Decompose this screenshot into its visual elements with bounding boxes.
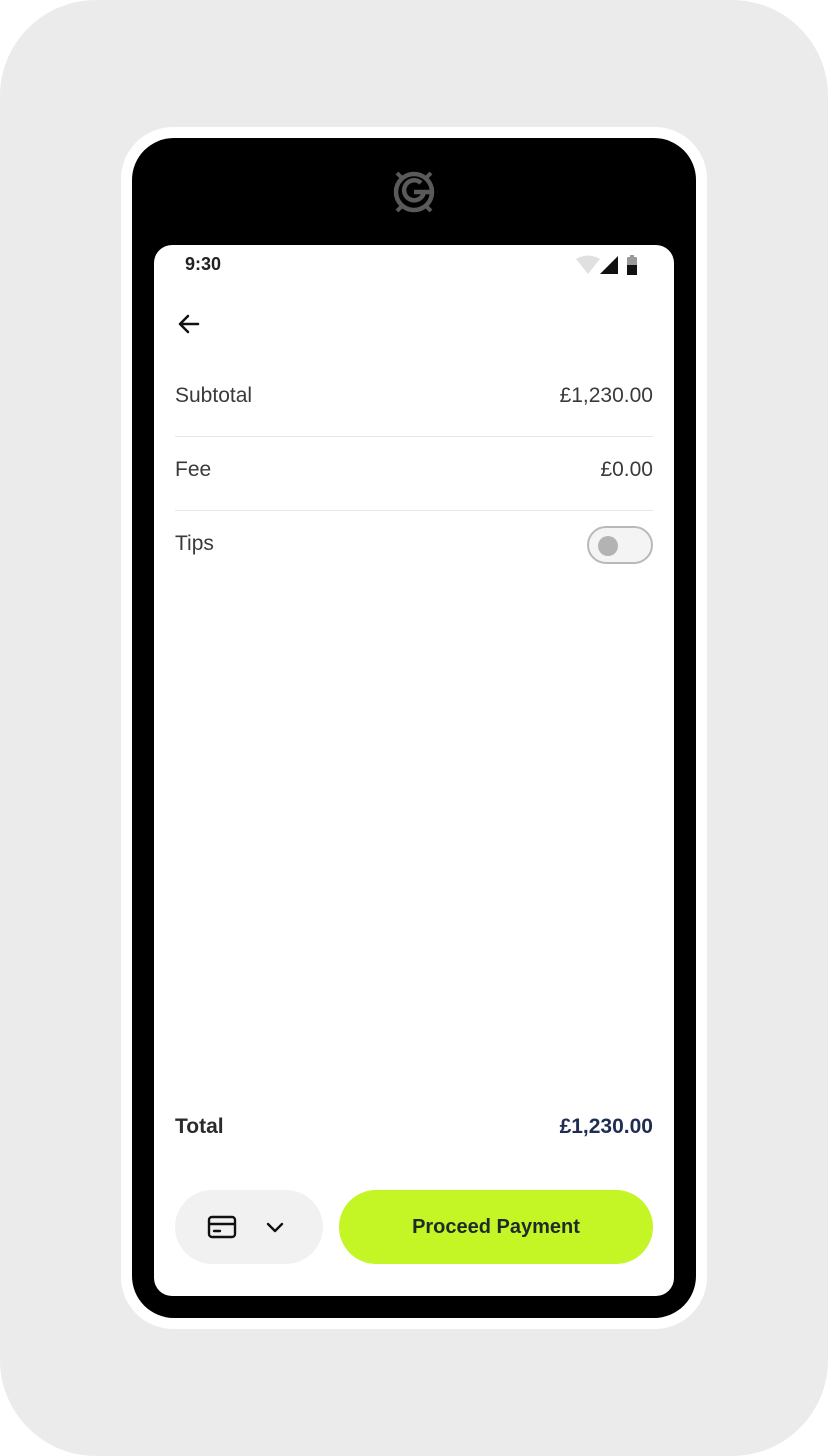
chevron-down-icon — [266, 1222, 284, 1233]
cellular-signal-icon — [600, 256, 618, 274]
status-time: 9:30 — [185, 254, 222, 274]
payment-method-selector[interactable] — [175, 1190, 323, 1264]
fee-row: Fee £0.00 — [175, 436, 653, 511]
subtotal-value: £1,230.00 — [559, 384, 653, 407]
toggle-knob — [598, 536, 618, 556]
tips-toggle[interactable] — [587, 526, 653, 564]
total-value: £1,230.00 — [559, 1115, 653, 1138]
device-screen: 9:30 Subtotal £1,230.00 Fee £0.00 Tips T… — [154, 245, 674, 1296]
subtotal-label: Subtotal — [175, 384, 253, 407]
tips-row: Tips — [175, 510, 653, 584]
proceed-payment-button[interactable]: Proceed Payment — [339, 1190, 653, 1264]
wifi-icon — [576, 255, 600, 274]
g-logo-icon — [393, 171, 435, 213]
subtotal-row: Subtotal £1,230.00 — [175, 362, 653, 437]
status-icons — [576, 255, 637, 275]
total-label: Total — [175, 1115, 224, 1138]
credit-card-icon — [207, 1215, 237, 1239]
back-button[interactable] — [172, 307, 206, 341]
arrow-left-icon — [178, 314, 200, 334]
fee-value: £0.00 — [600, 458, 653, 481]
battery-icon — [627, 255, 637, 275]
fee-label: Fee — [175, 458, 212, 481]
tips-label: Tips — [175, 532, 214, 555]
